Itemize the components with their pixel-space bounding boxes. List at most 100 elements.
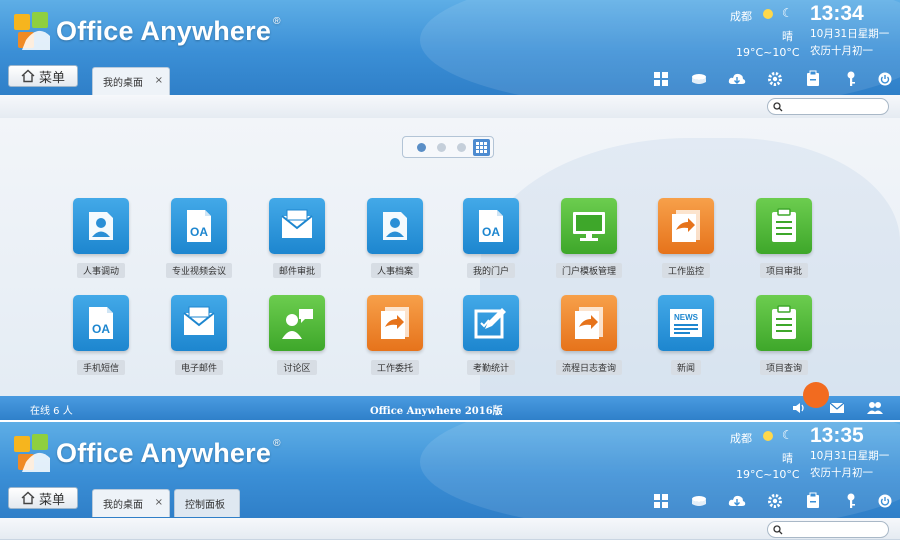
gear-icon[interactable] [764,491,786,511]
app-launcher[interactable]: 工作委托 [355,295,435,375]
tab-close-button[interactable]: × [155,497,163,508]
tab-control-panel[interactable]: 控制面板 [174,489,240,517]
key-icon[interactable] [840,69,862,89]
header-second: Office Anywhere ® 成都 ☾ 晴 19°C~10°C 13:35 … [0,422,900,518]
app-label[interactable]: 门户模板管理 [555,263,622,278]
tab-close-button[interactable]: × [155,75,163,86]
contacts-icon[interactable] [866,399,884,417]
news-icon[interactable]: NEWS [658,295,714,351]
chat-icon[interactable] [269,295,325,351]
weather-temperature: 19°C~10°C [736,46,800,59]
key-icon[interactable] [840,491,862,511]
card-icon[interactable] [802,69,824,89]
tab-my-desktop[interactable]: 我的桌面 × [92,67,170,95]
clock-date: 10月31日星期一 [810,450,890,462]
app-launcher[interactable]: 人事档案 [355,198,435,278]
clipboard-icon[interactable] [756,198,812,254]
app-label[interactable]: 我的门户 [466,263,515,278]
forward-doc-icon[interactable] [658,198,714,254]
app-label[interactable]: 电子邮件 [174,360,223,375]
app-launcher[interactable]: 门户模板管理 [549,198,629,278]
search-icon [773,102,783,112]
app-label[interactable]: 专业视频会议 [165,263,232,278]
power-icon[interactable] [874,69,896,89]
weather-city: 成都 [730,432,752,445]
sub-toolbar-second [0,518,900,540]
online-users-count[interactable]: 在线 6 人 [30,402,73,417]
header: Office Anywhere ® 成都 ☾ 晴 19°C~10°C 13:34 … [0,0,900,95]
app-launcher[interactable]: NEWS 新闻 [646,295,726,375]
app-launcher[interactable]: 人事调动 [61,198,141,278]
power-icon[interactable] [874,491,896,511]
oa-doc-icon[interactable]: OA [463,198,519,254]
grid-icon[interactable] [650,491,672,511]
oa-doc-icon[interactable]: OA [73,295,129,351]
weather-condition: 晴 [782,452,793,465]
app-label[interactable]: 项目查询 [759,360,808,375]
app-label[interactable]: 新闻 [670,360,701,375]
app-launcher[interactable]: 邮件审批 [257,198,337,278]
app-label[interactable]: 工作监控 [661,263,710,278]
tab-label: 控制面板 [185,500,225,511]
app-launcher[interactable]: 电子邮件 [159,295,239,375]
app-label[interactable]: 流程日志查询 [555,360,622,375]
oa-doc-icon[interactable]: OA [171,198,227,254]
card-icon[interactable] [802,491,824,511]
logo-icon [14,12,50,50]
app-label[interactable]: 手机短信 [76,360,125,375]
mail-icon[interactable] [269,198,325,254]
forward-doc-icon[interactable] [561,295,617,351]
cloud-icon[interactable] [726,491,748,511]
disk-icon[interactable] [688,491,710,511]
menu-button[interactable]: 菜单 [8,65,78,87]
mail-icon[interactable] [828,399,846,417]
app-launcher[interactable]: OA 专业视频会议 [159,198,239,278]
cloud-icon[interactable] [726,69,748,89]
app-label[interactable]: 工作委托 [370,360,419,375]
clipboard-icon[interactable] [756,295,812,351]
app-logo-text: Office Anywhere ® [56,16,281,46]
pager-dot-2[interactable] [437,143,446,152]
tab-my-desktop[interactable]: 我的桌面 × [92,489,170,517]
svg-text:NEWS: NEWS [674,313,699,322]
pager-dot-3[interactable] [457,143,466,152]
svg-text:OA: OA [190,225,208,239]
app-label[interactable]: 邮件审批 [272,263,321,278]
grid-icon[interactable] [650,69,672,89]
app-label[interactable]: 人事调动 [76,263,125,278]
person-doc-icon[interactable] [73,198,129,254]
app-label[interactable]: 项目审批 [759,263,808,278]
edit-icon[interactable] [463,295,519,351]
app-label[interactable]: 考勤统计 [466,360,515,375]
app-launcher[interactable]: 流程日志查询 [549,295,629,375]
status-bar: 在线 6 人 Office Anywhere 2016版 [0,396,900,420]
mail-icon[interactable] [171,295,227,351]
app-launcher[interactable]: OA 手机短信 [61,295,141,375]
app-launcher[interactable]: 工作监控 [646,198,726,278]
weather-temperature: 19°C~10°C [736,468,800,481]
app-logo-text: Office Anywhere ® [56,438,281,468]
sun-icon [763,9,773,19]
app-launcher[interactable]: 考勤统计 [451,295,531,375]
search-box[interactable] [767,521,889,538]
gear-icon[interactable] [764,69,786,89]
app-launcher[interactable]: 项目查询 [744,295,824,375]
app-label[interactable]: 讨论区 [277,360,317,375]
person-doc-icon[interactable] [367,198,423,254]
clock-time: 13:35 [810,424,864,447]
search-input[interactable] [785,100,885,113]
menu-button[interactable]: 菜单 [8,487,78,509]
disk-icon[interactable] [688,69,710,89]
app-launcher[interactable]: OA 我的门户 [451,198,531,278]
floating-action-button[interactable] [803,382,829,408]
all-apps-grid-icon[interactable] [473,139,490,156]
app-label[interactable]: 人事档案 [370,263,419,278]
app-launcher[interactable]: 讨论区 [257,295,337,375]
forward-doc-icon[interactable] [367,295,423,351]
pager-dot-1[interactable] [417,143,426,152]
monitor-icon[interactable] [561,198,617,254]
search-input[interactable] [785,523,885,536]
logo-icon [14,434,50,472]
search-box[interactable] [767,98,889,115]
app-launcher[interactable]: 项目审批 [744,198,824,278]
